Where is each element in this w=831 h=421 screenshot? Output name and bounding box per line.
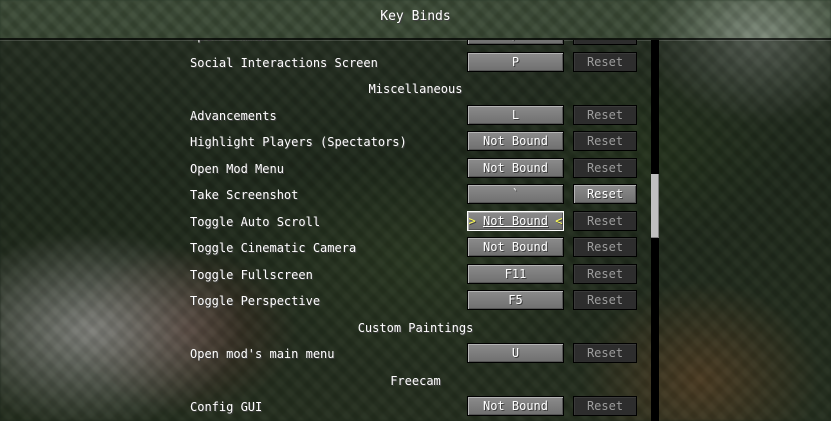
reset-button[interactable]: Reset (573, 237, 637, 257)
reset-button[interactable]: Reset (573, 104, 637, 125)
key-button[interactable]: Not Bound (467, 237, 564, 257)
keybind-row: Toggle Auto Scroll > Not Bound < Reset (0, 209, 831, 236)
key-button[interactable]: Not Bound (467, 157, 564, 178)
keybind-row: Toggle Fullscreen F11 Reset (0, 262, 831, 289)
keybind-label: Config GUI (190, 400, 263, 415)
category-header: Freecam (390, 373, 441, 388)
reset-button[interactable]: Reset (573, 210, 637, 231)
keybind-label: Toggle Auto Scroll (190, 214, 321, 229)
reset-button[interactable]: Reset (573, 290, 637, 310)
keybind-label: Highlight Players (Spectators) (190, 135, 407, 150)
key-button[interactable]: Not Bound (467, 131, 564, 151)
keybind-label: Advancements (190, 108, 277, 123)
keybind-row: Toggle Cinematic Camera Not Bound Reset (0, 235, 831, 262)
category-row: Custom Paintings (0, 315, 831, 342)
reset-button[interactable]: Reset (573, 396, 637, 416)
keybind-row: Take Screenshot ` Reset (0, 182, 831, 209)
selection-arrow-right-icon: < (555, 213, 563, 228)
keybind-label: Open Command (190, 40, 277, 43)
key-button[interactable]: F5 (467, 290, 564, 310)
category-header: Custom Paintings (357, 320, 474, 335)
reset-button[interactable]: Reset (573, 131, 637, 151)
key-button[interactable]: P (467, 51, 564, 72)
keybind-row: Toggle Perspective F5 Reset (0, 288, 831, 315)
keybind-label: Take Screenshot (190, 188, 299, 203)
key-button[interactable]: ` (467, 184, 564, 204)
keybind-label: Open mod's main menu (190, 347, 335, 362)
keybind-row: Social Interactions Screen P Reset (0, 50, 831, 77)
key-button[interactable]: U (467, 343, 564, 363)
reset-button[interactable]: Reset (573, 40, 637, 45)
keybind-row: Open mod's main menu U Reset (0, 341, 831, 368)
keybind-row: Open Command / Reset (0, 40, 831, 50)
keybind-label: Toggle Cinematic Camera (190, 241, 357, 256)
keybind-list[interactable]: Open Command/ResetSocial Interactions Sc… (0, 38, 831, 421)
scrollbar-thumb[interactable] (651, 174, 659, 238)
key-button[interactable]: Not Bound (467, 396, 564, 416)
selection-arrow-left-icon: > (468, 213, 476, 228)
keybind-label: Open Mod Menu (190, 161, 284, 176)
reset-button[interactable]: Reset (573, 263, 637, 284)
keybind-label: Social Interactions Screen (190, 55, 378, 70)
keybind-label: Toggle Fullscreen (190, 267, 313, 282)
key-button[interactable]: L (467, 104, 564, 125)
keybind-row: Highlight Players (Spectators) Not Bound R… (0, 129, 831, 156)
screen-title: Key Binds (380, 9, 451, 24)
category-row: Freecam (0, 368, 831, 395)
key-button[interactable]: F11 (467, 263, 564, 284)
keybind-row: Config GUI Not Bound Reset (0, 394, 831, 421)
reset-button[interactable]: Reset (573, 51, 637, 72)
key-button-label: Not Bound (482, 213, 549, 228)
reset-button[interactable]: Reset (573, 157, 637, 178)
category-row: Miscellaneous (0, 76, 831, 103)
key-button[interactable]: / (467, 40, 564, 45)
reset-button[interactable]: Reset (573, 184, 637, 204)
keybind-row: Open Mod Menu Not Bound Reset (0, 156, 831, 183)
key-button[interactable]: > Not Bound < (467, 210, 564, 231)
keybind-rows: Open Command/ResetSocial Interactions Sc… (0, 40, 831, 421)
reset-button[interactable]: Reset (573, 343, 637, 363)
keybind-row: Advancements L Reset (0, 103, 831, 130)
category-header: Miscellaneous (368, 82, 463, 97)
keybind-label: Toggle Perspective (190, 294, 321, 309)
